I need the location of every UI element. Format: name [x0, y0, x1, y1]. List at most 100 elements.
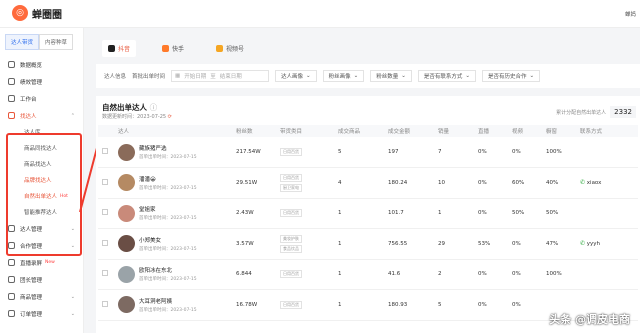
tab-talent-sales[interactable]: 达人带货: [5, 34, 40, 50]
category-cell: 日用百货 厨卫家电: [276, 167, 334, 199]
sales-cell: 5: [434, 289, 474, 321]
refresh-icon[interactable]: ⟳: [168, 114, 172, 120]
talent-name[interactable]: 欧阳冰在东北: [139, 266, 197, 274]
avatar: [118, 174, 135, 192]
contact-value[interactable]: xiaox: [587, 180, 602, 186]
header-window[interactable]: 橱窗: [542, 125, 576, 137]
end-date-input[interactable]: 结束日期: [220, 72, 242, 80]
dropdown-talent-profile[interactable]: 达人画像 ⌄: [275, 70, 317, 82]
person-icon: [8, 225, 15, 232]
briefcase-icon: [8, 95, 15, 102]
video-cell: 0%: [508, 228, 542, 260]
live-cell: 0%: [474, 198, 508, 229]
row-checkbox[interactable]: [102, 270, 108, 277]
contact-value[interactable]: yyyh: [587, 241, 600, 247]
table-row[interactable]: 欧阳冰在东北 首单出单时间：2023-07-15 6.844 日用百货 1 41…: [98, 259, 638, 290]
dropdown-fan-count[interactable]: 粉丝数量 ⌄: [370, 70, 412, 82]
table-row[interactable]: 堂姐家 首单出单时间：2023-07-15 2.43W 日用百货 1 101.7…: [98, 198, 638, 229]
video-cell: 0%: [508, 137, 542, 168]
row-checkbox[interactable]: [102, 239, 108, 246]
tab-douyin[interactable]: 抖音: [102, 40, 137, 57]
sidebar-item-similar-product-talent[interactable]: 商品同找达人: [0, 140, 83, 156]
help-icon[interactable]: ⓘ: [150, 103, 158, 112]
dropdown-label: 是否有历史合作: [488, 74, 527, 80]
talent-name[interactable]: 堂姐家: [139, 205, 197, 213]
wechat-icon: ✆: [580, 240, 586, 248]
header-video[interactable]: 视频: [508, 125, 542, 137]
category-tag: 日用百货: [280, 173, 302, 182]
count-value: 2332: [610, 106, 636, 118]
table-row[interactable]: 藏族猪严选 首单出单时间：2023-07-15 217.54W 日用百货 5 1…: [98, 137, 638, 168]
user-name[interactable]: 蝉妈: [625, 10, 636, 18]
products-cell: 1: [334, 198, 384, 229]
sidebar-item-brand-talent[interactable]: 品牌找达人: [0, 172, 83, 188]
douyin-icon: [108, 45, 115, 52]
talent-name[interactable]: 小郑美女: [139, 236, 197, 244]
contact-cell: ✆ yyyh: [576, 228, 638, 260]
tab-content-seeding[interactable]: 内容种草: [39, 34, 74, 50]
header-products[interactable]: 成交商品: [334, 125, 384, 137]
row-select-cell: [98, 228, 114, 260]
talent-name[interactable]: 大耳洞老阿姨: [139, 297, 197, 305]
category-tag: 日用百货: [280, 209, 302, 218]
date-range-picker[interactable]: ▦ 开始日期 至 结束日期: [171, 70, 270, 82]
sidebar-item-live-record[interactable]: 直播录屏 New: [0, 254, 83, 271]
sidebar-item-group-leader[interactable]: 团长管理: [0, 271, 83, 288]
row-checkbox[interactable]: [102, 178, 108, 185]
talent-info[interactable]: 藏族猪严选 首单出单时间：2023-07-15: [118, 143, 232, 161]
sidebar-item-label: 找达人: [20, 113, 37, 120]
contact-cell: [576, 137, 638, 168]
talent-name[interactable]: 潘潘😀: [139, 175, 197, 183]
table-row[interactable]: 小郑美女 首单出单时间：2023-07-15 3.57W 美妆护肤 食品饮品 1 …: [98, 228, 638, 260]
category-cell: 美妆护肤 食品饮品: [276, 228, 334, 260]
row-checkbox[interactable]: [102, 209, 108, 216]
sidebar-item-products[interactable]: 商品管理 ⌄: [0, 288, 83, 305]
target-icon: [8, 78, 15, 85]
app-logo[interactable]: ◎ 蝉圈圈: [12, 5, 62, 21]
header-live[interactable]: 直播: [474, 125, 508, 137]
talent-info[interactable]: 小郑美女 首单出单时间：2023-07-15: [118, 235, 232, 253]
start-date-input[interactable]: 开始日期: [184, 72, 206, 80]
dropdown-has-contact[interactable]: 是否有联系方式 ⌄: [417, 70, 477, 82]
sidebar-item-label: 直播录屏: [20, 260, 43, 267]
category-cell: 日用百货: [276, 137, 334, 168]
talent-info[interactable]: 堂姐家 首单出单时间：2023-07-15: [118, 204, 232, 222]
live-cell: 0%: [474, 289, 508, 321]
tab-channels[interactable]: 视频号: [210, 40, 250, 57]
dropdown-fan-profile[interactable]: 粉丝画像 ⌄: [322, 70, 365, 82]
live-cell: 53%: [474, 228, 508, 260]
contact-cell: [576, 198, 638, 229]
contact-cell: [576, 259, 638, 290]
search-person-icon: [8, 112, 15, 119]
talent-info[interactable]: 大耳洞老阿姨 首单出单时间：2023-07-15: [118, 296, 232, 314]
talent-name[interactable]: 藏族猪严选: [139, 144, 197, 152]
sidebar-item-cooperation[interactable]: 合作管理 ⌄: [0, 237, 83, 254]
talent-info[interactable]: 潘潘😀 首单出单时间：2023-07-15: [118, 174, 232, 192]
sidebar-item-orders[interactable]: 订单管理 ⌄: [0, 305, 83, 322]
sidebar-item-talent-manage[interactable]: 达人管理 ⌄: [0, 220, 83, 237]
header-gmv[interactable]: 成交金额: [384, 125, 434, 137]
products-cell: 1: [334, 259, 384, 290]
sidebar-item-natural-order-talent[interactable]: 自然出单达人 Hot: [0, 188, 83, 204]
order-icon: [8, 310, 15, 317]
sidebar-item-overview[interactable]: 数据概览: [0, 56, 83, 73]
sidebar-item-find-talent[interactable]: 找达人 ⌃: [0, 107, 83, 124]
talent-info[interactable]: 欧阳冰在东北 首单出单时间：2023-07-15: [118, 265, 232, 283]
sidebar-item-talent-library[interactable]: 达人库: [0, 124, 83, 140]
dropdown-label: 达人画像: [281, 74, 304, 80]
header-sales[interactable]: 销量: [434, 125, 474, 137]
tab-kuaishou[interactable]: 快手: [156, 40, 190, 57]
sidebar-item-smart-recommend[interactable]: 智能推荐达人: [0, 204, 83, 220]
sidebar-item-performance[interactable]: 绩效管理: [0, 73, 83, 90]
sidebar-item-product-talent[interactable]: 商品找达人: [0, 156, 83, 172]
sidebar-item-workbench[interactable]: 工作台: [0, 90, 83, 107]
fans-cell: 217.54W: [232, 137, 276, 168]
avatar: [118, 265, 135, 283]
row-checkbox[interactable]: [102, 300, 108, 307]
table-row[interactable]: 潘潘😀 首单出单时间：2023-07-15 29.51W 日用百货 厨卫家电 4 …: [98, 167, 638, 199]
new-badge: New: [45, 260, 55, 265]
row-checkbox[interactable]: [102, 148, 108, 154]
header-fans[interactable]: 粉丝数: [232, 125, 276, 137]
dropdown-history-coop[interactable]: 是否有历史合作 ⌄: [482, 70, 541, 82]
sidebar-item-label: 数据概览: [20, 62, 43, 69]
